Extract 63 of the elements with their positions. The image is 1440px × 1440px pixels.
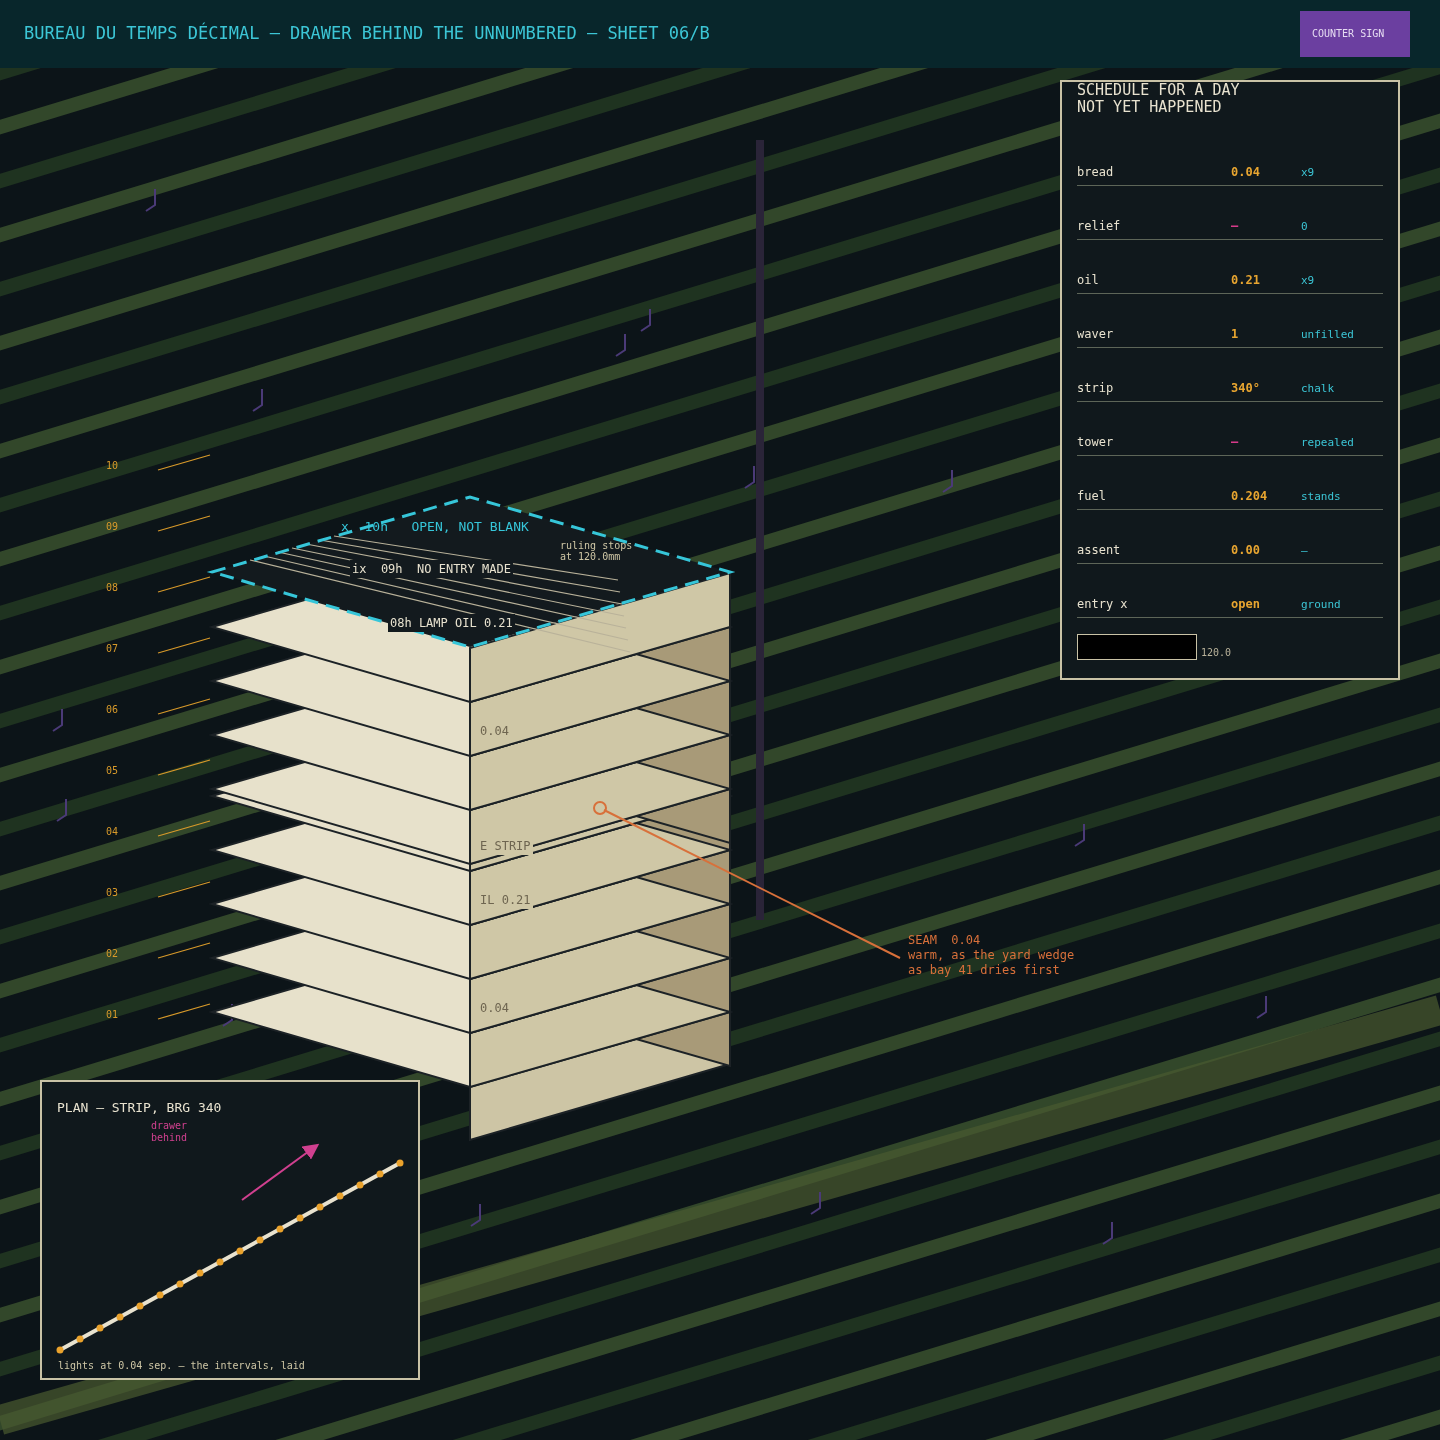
tick-mark <box>157 515 211 532</box>
tick-mark <box>157 881 211 898</box>
schedule-value: 0.00 <box>1231 542 1260 559</box>
schedule-note: ground <box>1301 596 1341 613</box>
scale-label: 07 <box>106 642 119 656</box>
scale-label: 10 <box>106 459 119 473</box>
scale-label: 02 <box>106 947 119 961</box>
tick-mark <box>157 759 211 776</box>
schedule-value: 0.21 <box>1231 272 1260 289</box>
schedule-item: tower <box>1077 434 1115 451</box>
tick-mark <box>157 637 211 654</box>
schedule-title: NOT YET HAPPENED <box>1077 99 1223 116</box>
scale-label: 05 <box>106 764 119 778</box>
schedule-note: unfilled <box>1301 326 1354 343</box>
schedule-value: 0.204 <box>1231 488 1268 505</box>
seam-note: as bay 41 dries first <box>908 963 1061 978</box>
schedule-item: bread <box>1077 164 1115 181</box>
schedule-value: — <box>1231 218 1239 235</box>
plan-title: PLAN — STRIP, BRG 340 <box>57 1099 222 1117</box>
tick-mark <box>157 576 211 593</box>
ruling-note: ruling stops <box>560 540 633 551</box>
schedule-title: SCHEDULE FOR A DAY <box>1077 82 1241 99</box>
scale-label: 08 <box>106 581 119 595</box>
schedule-note: stands <box>1301 488 1341 505</box>
scale-label: 09 <box>106 520 119 534</box>
schedule-item: waver <box>1077 326 1115 343</box>
arrow-label: drawer <box>151 1120 188 1132</box>
tick-mark <box>157 698 211 715</box>
drawer-entry: 08h LAMP OIL 0.21 <box>388 614 515 632</box>
counter-sign-button[interactable]: COUNTER SIGN <box>1300 11 1410 57</box>
scale-label: 03 <box>106 886 119 900</box>
schedule-item: strip <box>1077 380 1115 397</box>
schedule-value: — <box>1231 434 1239 451</box>
tick-mark <box>157 942 211 959</box>
scale-reading: 120.0 <box>1201 646 1232 660</box>
scale-label: 06 <box>106 703 119 717</box>
seam-note: warm, as the yard wedge <box>908 948 1075 963</box>
schedule-note: 0 <box>1301 218 1308 235</box>
schedule-item: oil <box>1077 272 1100 289</box>
scale-label: 04 <box>106 825 119 839</box>
tick-mark <box>157 454 211 471</box>
arrow-label: behind <box>151 1132 188 1144</box>
tick-mark <box>157 1003 211 1020</box>
schedule-value: 340° <box>1231 380 1260 397</box>
schedule-value: 1 <box>1231 326 1239 343</box>
scale-label: 01 <box>106 1008 119 1022</box>
schedule-value: open <box>1231 596 1260 613</box>
schedule-note: — <box>1301 542 1308 559</box>
schedule-note: x9 <box>1301 272 1315 289</box>
sheet-title: BUREAU DU TEMPS DÉCIMAL — DRAWER BEHIND THE UNNUMBERED — SHEET 06/B <box>24 21 710 46</box>
schedule-note: chalk <box>1301 380 1335 397</box>
drawer-entry: ix 09h NO ENTRY MADE <box>350 560 513 578</box>
seam-note: SEAM 0.04 <box>908 933 982 948</box>
schedule-item: fuel <box>1077 488 1107 505</box>
schedule-item: entry x <box>1077 596 1129 613</box>
tick-mark <box>157 820 211 837</box>
plan-caption: lights at 0.04 sep. — the intervals, laid <box>58 1359 305 1373</box>
schedule-note: x9 <box>1301 164 1315 181</box>
schedule-item: relief <box>1077 218 1122 235</box>
schedule-item: assent <box>1077 542 1122 559</box>
ruling-note: at 120.0mm <box>560 551 621 562</box>
schedule-value: 0.04 <box>1231 164 1260 181</box>
schedule-note: repealed <box>1301 434 1354 451</box>
